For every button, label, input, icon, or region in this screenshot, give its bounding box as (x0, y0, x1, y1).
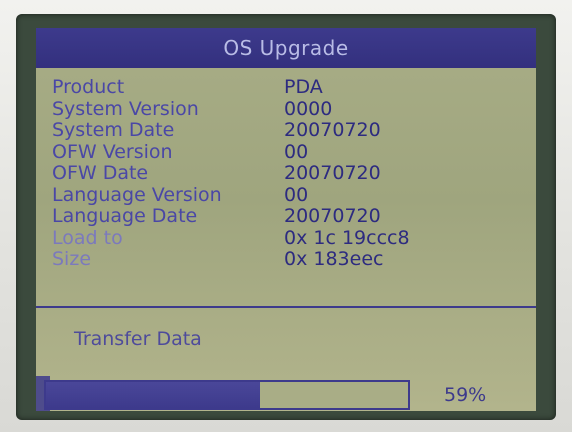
info-row-system-date: System Date 20070720 (52, 120, 522, 142)
info-row-language-date: Language Date 20070720 (52, 206, 522, 228)
info-label: Size (52, 248, 92, 270)
info-label: Language Version (52, 183, 222, 206)
info-list: Product PDA System Version 0000 System D… (52, 77, 522, 271)
info-label: Load to (52, 226, 123, 249)
info-label: OFW Version (52, 140, 173, 163)
window-title: OS Upgrade (223, 36, 349, 60)
info-label: Language Date (52, 205, 198, 227)
info-row-ofw-version: OFW Version 00 (52, 140, 522, 164)
progress-percent: 59% (444, 384, 487, 406)
info-row-system-version: System Version 0000 (52, 97, 522, 121)
info-row-language-version: Language Version 00 (52, 183, 522, 207)
lcd-screen: OS Upgrade Product PDA System Version 00… (36, 28, 536, 411)
info-label: System Version (52, 97, 199, 120)
info-value: 00 (284, 183, 309, 206)
info-label: System Date (52, 119, 175, 141)
info-value: 00 (284, 140, 309, 163)
progress-bar (44, 380, 410, 410)
info-value: PDA (284, 76, 323, 98)
info-value: 20070720 (284, 119, 381, 141)
info-row-ofw-date: OFW Date 20070720 (52, 163, 522, 185)
info-row-product: Product PDA (52, 77, 522, 99)
info-row-load-to: Load to 0x 1c 19ccc8 (52, 226, 522, 250)
info-label: Product (52, 76, 125, 98)
title-bar: OS Upgrade (36, 28, 536, 68)
info-value: 20070720 (284, 162, 381, 184)
info-row-size: Size 0x 183eec (52, 249, 522, 271)
progress-fill (46, 382, 260, 408)
info-label: OFW Date (52, 162, 149, 184)
status-text: Transfer Data (74, 328, 202, 350)
info-value: 20070720 (284, 205, 381, 227)
info-value: 0000 (284, 97, 333, 120)
device-housing: OS Upgrade Product PDA System Version 00… (0, 0, 572, 432)
info-value: 0x 183eec (284, 248, 384, 270)
info-value: 0x 1c 19ccc8 (284, 226, 410, 249)
section-divider (36, 306, 536, 308)
progress-area: 59% (36, 376, 536, 411)
